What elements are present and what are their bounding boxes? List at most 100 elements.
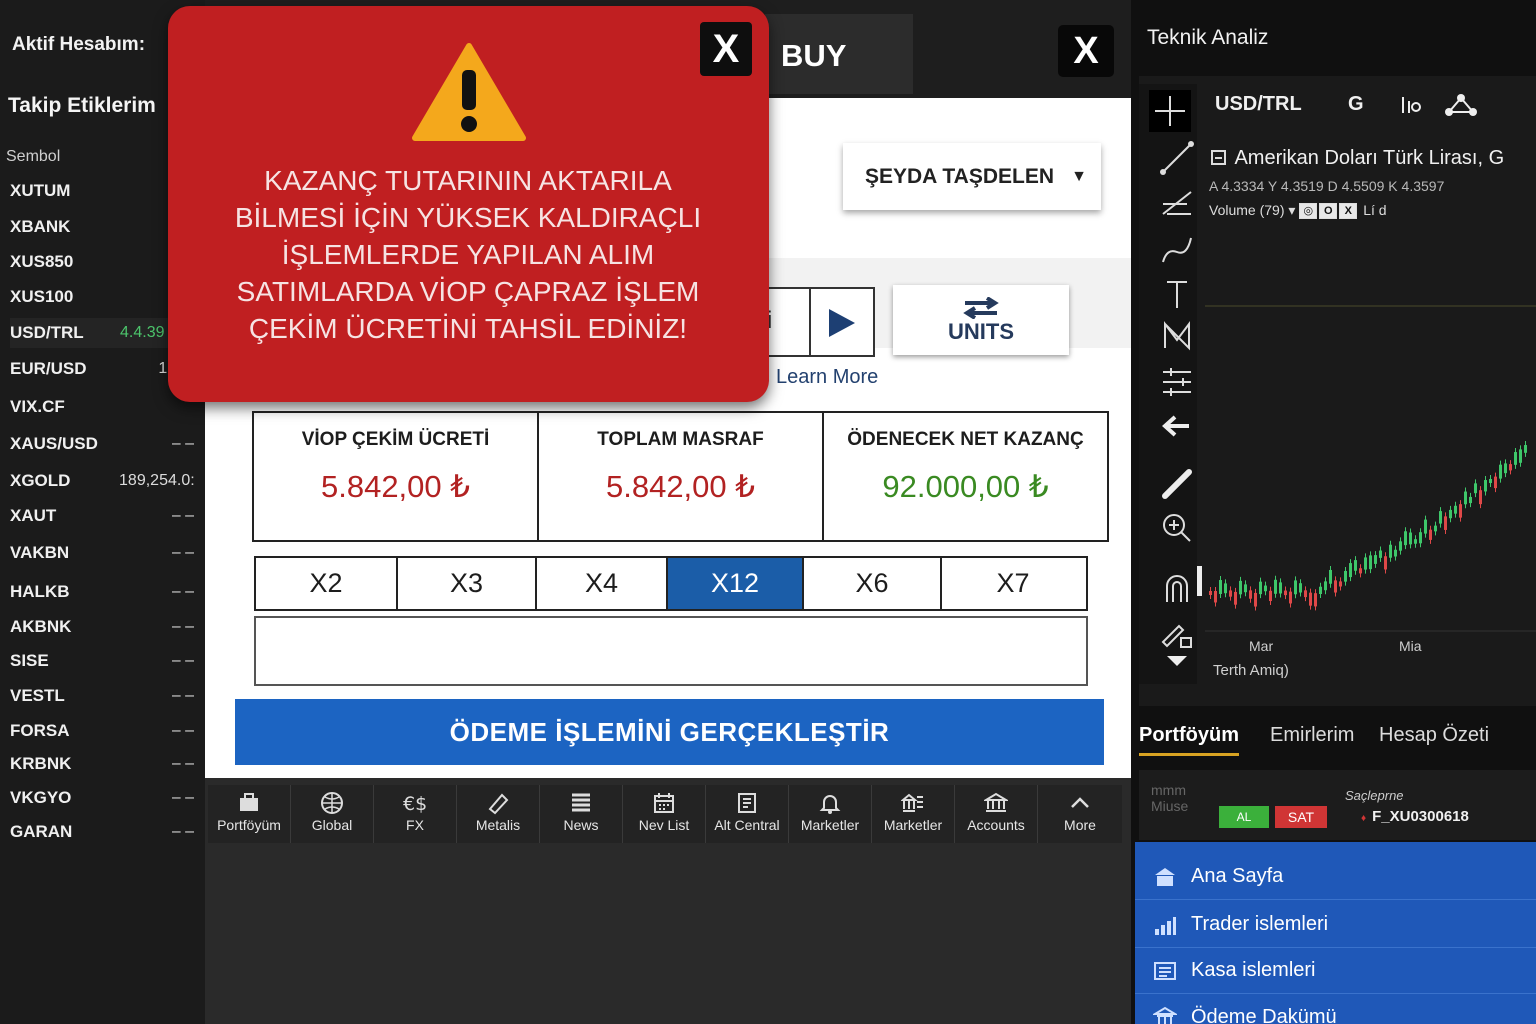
nav-item[interactable]: Metalis [457, 785, 540, 843]
fib-tool[interactable] [1157, 184, 1197, 224]
multiplier-option[interactable]: X3 [398, 558, 537, 609]
close-order-button[interactable]: X [1058, 25, 1114, 77]
amount-input[interactable] [254, 616, 1088, 686]
watchlist-row[interactable]: HALKB – – [10, 577, 200, 607]
candle [1519, 449, 1522, 463]
candle [1374, 555, 1377, 564]
pattern-icon [1164, 321, 1190, 351]
candlestick-chart[interactable] [1139, 76, 1536, 706]
menu-item-home[interactable]: Ana Sayfa [1135, 854, 1536, 900]
volume-settings-button[interactable]: O [1319, 203, 1338, 220]
magnet-tool[interactable] [1157, 568, 1197, 608]
pattern-tool[interactable] [1157, 316, 1197, 356]
collapse-icon[interactable] [1211, 150, 1226, 165]
app-root: Aktif Hesabım: Takip Etiklerim Sembol XU… [0, 0, 1536, 1024]
units-button[interactable]: UNITS [893, 285, 1069, 355]
nav-item[interactable]: Portföyüm [208, 785, 291, 843]
zoom-tool[interactable] [1157, 508, 1197, 548]
multiplier-option[interactable]: X4 [537, 558, 668, 609]
crosshair-tool[interactable] [1149, 90, 1191, 132]
close-warning-button[interactable]: X [700, 22, 752, 76]
chart-timeframe[interactable]: G [1348, 93, 1364, 116]
watchlist-row[interactable]: KRBNK – – [10, 749, 200, 779]
trendline-icon [1160, 141, 1194, 175]
tab-orders[interactable]: Emirlerim [1270, 724, 1354, 747]
play-control[interactable]: i [765, 287, 875, 357]
following-heading: Takip Etiklerim [8, 94, 156, 117]
symbol-name: VKGYO [10, 788, 72, 807]
sell-button[interactable]: SAT [1275, 806, 1327, 828]
tag-icon [488, 793, 509, 815]
candle [1294, 580, 1297, 595]
multiplier-option[interactable]: X7 [942, 558, 1084, 609]
chart-area[interactable] [1139, 76, 1536, 706]
bank-icon [984, 792, 1008, 812]
back-tool[interactable] [1157, 406, 1197, 446]
nav-item[interactable]: Nev List [623, 785, 706, 843]
nav-item[interactable]: News [540, 785, 623, 843]
buy-button[interactable]: AL [1219, 806, 1269, 828]
nav-item[interactable]: Global [291, 785, 374, 843]
watchlist-row[interactable]: VESTL – – [10, 681, 200, 711]
menu-item-trader[interactable]: Trader islemleri [1135, 902, 1536, 948]
tab-account-summary[interactable]: Hesap Özeti [1379, 724, 1489, 747]
fee-label: VİOP ÇEKİM ÜCRETİ [301, 429, 490, 450]
watchlist-row[interactable]: GARAN – – [10, 817, 200, 847]
warning-line: BİLMESİ İÇİN YÜKSEK KALDIRAÇLI [234, 202, 702, 233]
nav-item[interactable]: Accounts [955, 785, 1038, 843]
watchlist-row[interactable]: FORSA – – [10, 716, 200, 746]
globe-icon [321, 792, 343, 814]
nav-item[interactable]: €$ FX [374, 785, 457, 843]
nav-item[interactable]: Marketler [872, 785, 955, 843]
compare-icon[interactable] [1444, 93, 1478, 117]
warning-icon [412, 43, 526, 141]
candle [1384, 556, 1387, 570]
symbol-column-header: Sembol [6, 148, 61, 165]
multiplier-option[interactable]: X12 [668, 558, 804, 609]
watchlist-row[interactable]: AKBNK – – [10, 612, 200, 642]
nav-item[interactable]: Alt Central [706, 785, 789, 843]
watchlist-row[interactable]: VAKBN – – [10, 538, 200, 568]
fibonacci-icon [1162, 191, 1192, 215]
menu-item-payment[interactable]: Ödeme Dakümü [1135, 994, 1536, 1024]
nav-label: FX [406, 817, 424, 833]
buy-tab[interactable]: BUY [765, 14, 913, 94]
watchlist-row[interactable]: XGOLD 189,254.0: [10, 466, 200, 496]
indicator-icon[interactable] [1399, 93, 1423, 117]
watchlist-row[interactable]: VIX.CF [10, 392, 200, 422]
volume-label[interactable]: Volume (79) [1209, 202, 1284, 218]
watchlist-row[interactable]: VKGYO – – [10, 783, 200, 813]
symbol-name: VESTL [10, 686, 65, 705]
nav-item[interactable]: Marketler [789, 785, 872, 843]
settings-lines-tool[interactable] [1157, 362, 1197, 402]
tab-portfolio[interactable]: Portföyüm [1139, 724, 1239, 756]
muted-header: mmm Miuse [1151, 782, 1189, 814]
volume-remove-button[interactable]: X [1339, 203, 1358, 220]
candle [1429, 529, 1432, 540]
pay-button[interactable]: ÖDEME İŞLEMİNİ GERÇEKLEŞTİR [235, 699, 1104, 765]
multiplier-option[interactable]: X2 [256, 558, 398, 609]
volume-visibility-button[interactable]: ◎ [1299, 203, 1318, 220]
brush-tool[interactable] [1157, 230, 1197, 270]
symbol-name: KRBNK [10, 754, 72, 773]
candle [1389, 544, 1392, 558]
ohlc-values: A 4.3334 Y 4.3519 D 4.5509 K 4.3597 [1209, 178, 1445, 194]
multiplier-option[interactable]: X6 [804, 558, 942, 609]
ruler-tool[interactable] [1157, 464, 1197, 504]
watchlist-row[interactable]: SISE – – [10, 646, 200, 676]
more-tools[interactable] [1157, 646, 1197, 686]
candle [1504, 463, 1507, 474]
chart-pair[interactable]: USD/TRL [1215, 93, 1302, 116]
symbol-name: EUR/USD [10, 359, 87, 378]
candle [1284, 590, 1287, 596]
nav-item[interactable]: More [1038, 785, 1122, 843]
watchlist-row[interactable]: XAUS/USD – – [10, 429, 200, 459]
menu-item-cash[interactable]: Kasa islemleri [1135, 948, 1536, 994]
account-dropdown[interactable]: ŞEYDA TAŞDELEN ▼ [843, 143, 1101, 210]
trendline-tool[interactable] [1157, 138, 1197, 178]
learn-more-link[interactable]: Learn More [776, 366, 878, 389]
candle [1509, 464, 1512, 471]
text-tool[interactable] [1157, 274, 1197, 314]
watchlist-row[interactable]: XAUT – – [10, 501, 200, 531]
nav-label: News [563, 817, 599, 833]
